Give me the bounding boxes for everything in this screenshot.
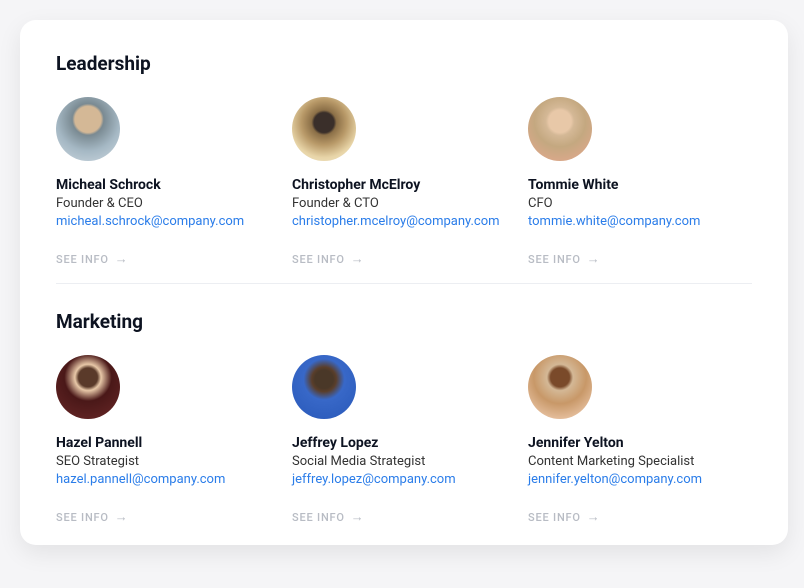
- leadership-grid: Micheal Schrock Founder & CEO micheal.sc…: [56, 97, 752, 267]
- see-info-link[interactable]: SEE INFO →: [56, 251, 280, 267]
- person-name: Christopher McElroy: [292, 177, 516, 193]
- avatar: [292, 97, 356, 161]
- person-card: Christopher McElroy Founder & CTO christ…: [292, 97, 516, 267]
- person-role: Social Media Strategist: [292, 454, 516, 469]
- arrow-right-icon: →: [587, 251, 601, 267]
- person-email-link[interactable]: jeffrey.lopez@company.com: [292, 472, 516, 487]
- see-info-link[interactable]: SEE INFO →: [528, 509, 752, 525]
- section-title-marketing: Marketing: [56, 310, 752, 333]
- arrow-right-icon: →: [115, 251, 129, 267]
- person-email-link[interactable]: hazel.pannell@company.com: [56, 472, 280, 487]
- arrow-right-icon: →: [351, 251, 365, 267]
- see-info-label: SEE INFO: [292, 253, 345, 266]
- person-name: Micheal Schrock: [56, 177, 280, 193]
- see-info-link[interactable]: SEE INFO →: [56, 509, 280, 525]
- arrow-right-icon: →: [587, 509, 601, 525]
- see-info-label: SEE INFO: [528, 511, 581, 524]
- person-card: Hazel Pannell SEO Strategist hazel.panne…: [56, 355, 280, 525]
- person-role: SEO Strategist: [56, 454, 280, 469]
- see-info-link[interactable]: SEE INFO →: [528, 251, 752, 267]
- avatar: [528, 355, 592, 419]
- see-info-link[interactable]: SEE INFO →: [292, 251, 516, 267]
- arrow-right-icon: →: [115, 509, 129, 525]
- arrow-right-icon: →: [351, 509, 365, 525]
- person-role: CFO: [528, 196, 752, 211]
- person-email-link[interactable]: tommie.white@company.com: [528, 214, 752, 229]
- person-name: Jeffrey Lopez: [292, 435, 516, 451]
- section-divider: [56, 283, 752, 284]
- person-name: Hazel Pannell: [56, 435, 280, 451]
- section-title-leadership: Leadership: [56, 52, 752, 75]
- person-email-link[interactable]: jennifer.yelton@company.com: [528, 472, 752, 487]
- marketing-grid: Hazel Pannell SEO Strategist hazel.panne…: [56, 355, 752, 525]
- see-info-label: SEE INFO: [56, 511, 109, 524]
- person-card: Jennifer Yelton Content Marketing Specia…: [528, 355, 752, 525]
- see-info-label: SEE INFO: [56, 253, 109, 266]
- avatar: [56, 97, 120, 161]
- person-name: Jennifer Yelton: [528, 435, 752, 451]
- person-role: Founder & CEO: [56, 196, 280, 211]
- see-info-label: SEE INFO: [528, 253, 581, 266]
- person-role: Content Marketing Specialist: [528, 454, 752, 469]
- person-email-link[interactable]: christopher.mcelroy@company.com: [292, 214, 516, 229]
- see-info-label: SEE INFO: [292, 511, 345, 524]
- avatar: [56, 355, 120, 419]
- see-info-link[interactable]: SEE INFO →: [292, 509, 516, 525]
- person-card: Tommie White CFO tommie.white@company.co…: [528, 97, 752, 267]
- person-card: Micheal Schrock Founder & CEO micheal.sc…: [56, 97, 280, 267]
- person-role: Founder & CTO: [292, 196, 516, 211]
- team-card: Leadership Micheal Schrock Founder & CEO…: [20, 20, 788, 545]
- person-email-link[interactable]: micheal.schrock@company.com: [56, 214, 280, 229]
- avatar: [528, 97, 592, 161]
- person-card: Jeffrey Lopez Social Media Strategist je…: [292, 355, 516, 525]
- avatar: [292, 355, 356, 419]
- person-name: Tommie White: [528, 177, 752, 193]
